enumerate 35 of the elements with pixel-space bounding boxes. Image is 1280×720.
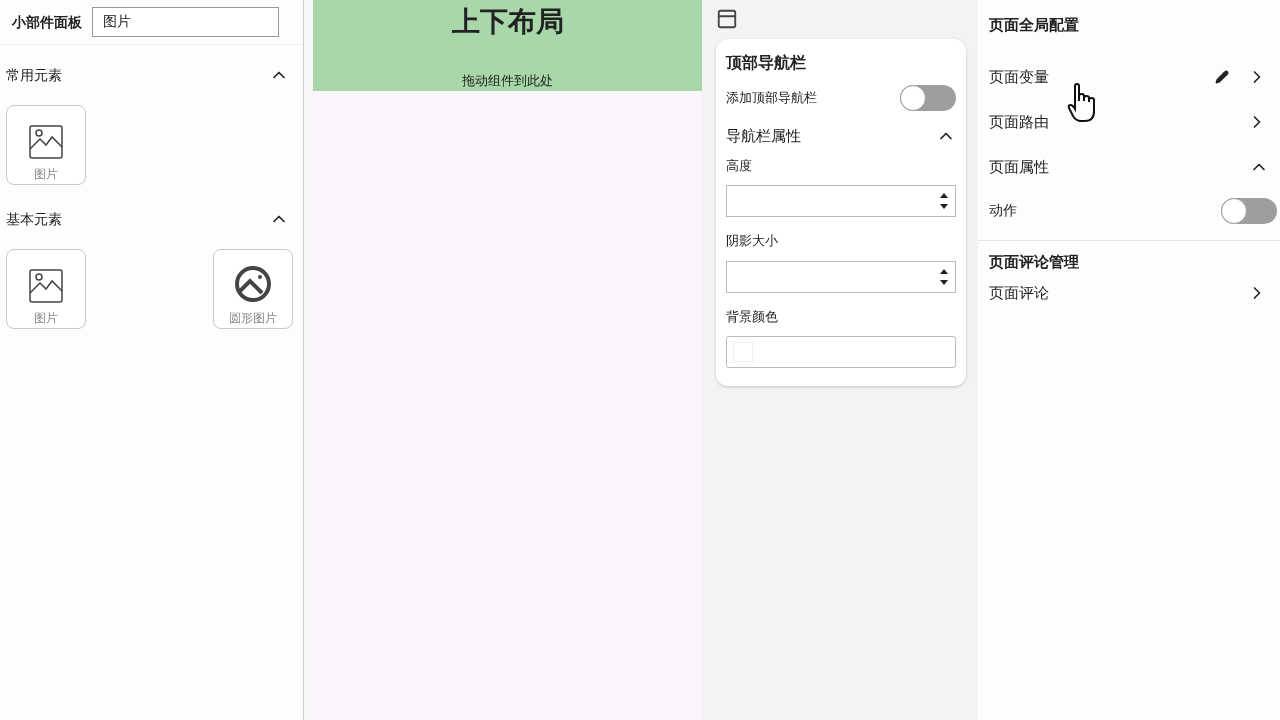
menu-item[interactable]: 页面评论 (989, 281, 1049, 305)
circular-image-icon (234, 265, 272, 303)
color-field[interactable] (726, 336, 956, 368)
spinner-icon[interactable] (939, 267, 949, 286)
number-field[interactable] (726, 260, 956, 293)
spinner-icon[interactable] (939, 192, 949, 210)
toggle-label: 添加顶部导航栏 (726, 89, 817, 108)
card-title: 顶部导航栏 (726, 52, 807, 74)
field-label: 高度 (726, 156, 753, 175)
section-title: 页面属性 (989, 156, 1049, 178)
layout-title: 上下布局 (451, 4, 564, 40)
section-title: 页面评论管理 (989, 251, 1080, 273)
section-title: 常用元素 (6, 65, 62, 85)
panel-title: 页面全局配置 (989, 15, 1080, 36)
panel-title: 小部件面板 (12, 12, 82, 32)
number-field[interactable] (726, 185, 956, 217)
pencil-icon[interactable] (1215, 70, 1229, 84)
toggle-switch[interactable] (1221, 197, 1277, 224)
widget-tile[interactable]: 图片 (6, 105, 86, 185)
menu-item[interactable]: 页面变量 (989, 65, 1049, 89)
window-icon[interactable] (716, 8, 738, 30)
image-icon (29, 269, 63, 303)
hand-cursor-icon (1067, 82, 1097, 123)
widget-tile[interactable]: 图片 (6, 249, 86, 329)
drop-hint: 拖动组件到此处 (462, 71, 553, 90)
widget-tile[interactable]: 圆形图片 (213, 249, 293, 329)
section-title: 基本元素 (6, 209, 62, 229)
toggle-switch[interactable] (900, 85, 956, 111)
search-field[interactable]: 图片 (92, 7, 279, 37)
toggle-label: 动作 (989, 201, 1017, 220)
image-icon (29, 125, 63, 159)
section-title: 导航栏属性 (726, 126, 801, 147)
field-label: 阴影大小 (726, 232, 779, 250)
menu-item[interactable]: 页面路由 (989, 110, 1049, 134)
field-label: 背景颜色 (726, 307, 779, 326)
